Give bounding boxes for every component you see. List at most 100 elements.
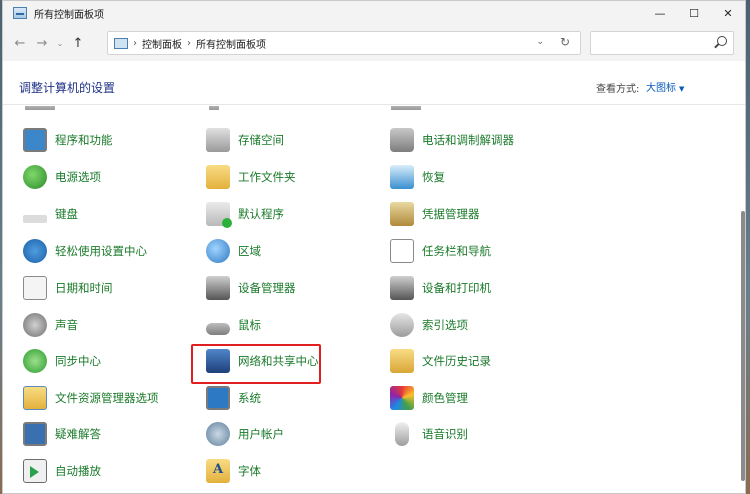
item-device-manager[interactable]: 设备管理器 bbox=[206, 274, 296, 302]
view-by-dropdown[interactable]: 大图标 ▼ bbox=[646, 79, 684, 94]
item-label: 用户帐户 bbox=[238, 427, 284, 441]
items-grid: 程序和功能 电源选项 键盘 轻松使用设置中心 日期和时间 声音 同步中心 文件资… bbox=[3, 106, 739, 493]
item-date-time[interactable]: 日期和时间 bbox=[23, 274, 113, 302]
page-title: 调整计算机的设置 bbox=[19, 81, 116, 95]
content-header: 调整计算机的设置 查看方式: 大图标 ▼ bbox=[3, 61, 745, 105]
item-label: 自动播放 bbox=[55, 464, 101, 478]
printer-icon bbox=[390, 276, 414, 300]
speaker-icon bbox=[23, 313, 47, 337]
item-file-history[interactable]: 文件历史记录 bbox=[390, 347, 491, 375]
item-troubleshoot[interactable]: 疑难解答 bbox=[23, 420, 101, 448]
item-label: 文件资源管理器选项 bbox=[55, 391, 159, 405]
mouse-icon bbox=[206, 323, 230, 335]
recovery-icon bbox=[390, 165, 414, 189]
back-arrow-icon[interactable]: ← bbox=[9, 36, 31, 51]
close-button[interactable]: ✕ bbox=[711, 1, 745, 25]
item-label: 程序和功能 bbox=[55, 133, 113, 147]
phone-icon bbox=[390, 128, 414, 152]
item-storage-spaces[interactable]: 存储空间 bbox=[206, 126, 284, 154]
item-label: 凭据管理器 bbox=[422, 207, 480, 221]
color-icon bbox=[390, 386, 414, 410]
item-label: 同步中心 bbox=[55, 354, 101, 368]
region-icon bbox=[206, 239, 230, 263]
navigation-bar: ← → ⌄ ↑ › 控制面板 › 所有控制面板项 ⌄ ↻ bbox=[3, 25, 745, 61]
item-default-programs[interactable]: 默认程序 bbox=[206, 200, 284, 228]
breadcrumb-control-panel[interactable]: 控制面板 bbox=[142, 36, 182, 51]
item-programs[interactable]: 程序和功能 bbox=[23, 126, 113, 154]
power-icon bbox=[23, 165, 47, 189]
forward-arrow-icon[interactable]: → bbox=[31, 36, 53, 51]
item-ease-of-access[interactable]: 轻松使用设置中心 bbox=[23, 237, 147, 265]
up-arrow-icon[interactable]: ↑ bbox=[67, 36, 89, 51]
ease-of-access-icon bbox=[23, 239, 47, 263]
partial-row-icon bbox=[209, 106, 219, 110]
breadcrumb-separator: › bbox=[187, 37, 191, 49]
item-devices-printers[interactable]: 设备和打印机 bbox=[390, 274, 491, 302]
fonts-icon bbox=[206, 459, 230, 483]
minimize-button[interactable]: — bbox=[643, 1, 677, 25]
default-programs-icon bbox=[206, 202, 232, 228]
item-label: 语音识别 bbox=[422, 427, 468, 441]
item-indexing[interactable]: 索引选项 bbox=[390, 311, 468, 339]
taskbar-icon bbox=[390, 239, 414, 263]
item-label: 任务栏和导航 bbox=[422, 244, 491, 258]
item-sync-center[interactable]: 同步中心 bbox=[23, 347, 101, 375]
item-label: 日期和时间 bbox=[55, 281, 113, 295]
storage-icon bbox=[206, 128, 230, 152]
item-taskbar[interactable]: 任务栏和导航 bbox=[390, 237, 491, 265]
window-title: 所有控制面板项 bbox=[34, 9, 104, 21]
item-sound[interactable]: 声音 bbox=[23, 311, 78, 339]
title-bar: 所有控制面板项 — ☐ ✕ bbox=[3, 1, 745, 25]
item-fonts[interactable]: 字体 bbox=[206, 457, 261, 485]
credential-icon bbox=[390, 202, 414, 226]
clock-icon bbox=[23, 276, 47, 300]
item-power[interactable]: 电源选项 bbox=[23, 163, 101, 191]
item-work-folders[interactable]: 工作文件夹 bbox=[206, 163, 296, 191]
item-region[interactable]: 区域 bbox=[206, 237, 261, 265]
recent-locations-icon[interactable]: ⌄ bbox=[53, 39, 67, 48]
search-icon bbox=[717, 36, 727, 46]
caret-down-icon: ▼ bbox=[679, 85, 685, 93]
file-history-icon bbox=[390, 349, 414, 373]
view-by-value: 大图标 bbox=[646, 83, 676, 94]
programs-icon bbox=[23, 128, 47, 152]
item-label: 键盘 bbox=[55, 207, 78, 221]
control-panel-icon bbox=[114, 37, 128, 49]
users-icon bbox=[206, 422, 230, 446]
item-user-accounts[interactable]: 用户帐户 bbox=[206, 420, 284, 448]
item-credential-manager[interactable]: 凭据管理器 bbox=[390, 200, 480, 228]
autoplay-icon bbox=[23, 459, 47, 483]
control-panel-window: 所有控制面板项 — ☐ ✕ ← → ⌄ ↑ › 控制面板 › 所有控制面板项 ⌄… bbox=[2, 0, 746, 494]
item-speech-recognition[interactable]: 语音识别 bbox=[390, 420, 468, 448]
address-dropdown-icon[interactable]: ⌄ bbox=[536, 37, 544, 47]
item-label: 恢复 bbox=[422, 170, 445, 184]
maximize-button[interactable]: ☐ bbox=[677, 1, 711, 25]
item-mouse[interactable]: 鼠标 bbox=[206, 311, 261, 339]
item-label: 疑难解答 bbox=[55, 427, 101, 441]
sync-icon bbox=[23, 349, 47, 373]
address-bar[interactable]: › 控制面板 › 所有控制面板项 ⌄ ↻ bbox=[107, 31, 581, 55]
item-autoplay[interactable]: 自动播放 bbox=[23, 457, 101, 485]
item-recovery[interactable]: 恢复 bbox=[390, 163, 445, 191]
item-label: 鼠标 bbox=[238, 318, 261, 332]
partial-row-icon bbox=[25, 106, 55, 110]
item-phone-modem[interactable]: 电话和调制解调器 bbox=[390, 126, 514, 154]
window-controls: — ☐ ✕ bbox=[643, 1, 745, 25]
search-input[interactable] bbox=[590, 31, 734, 55]
breadcrumb-separator: › bbox=[133, 37, 137, 49]
item-keyboard[interactable]: 键盘 bbox=[23, 200, 78, 228]
item-label: 工作文件夹 bbox=[238, 170, 296, 184]
breadcrumb-all-items[interactable]: 所有控制面板项 bbox=[196, 36, 266, 51]
refresh-icon[interactable]: ↻ bbox=[560, 35, 570, 49]
microphone-icon bbox=[395, 422, 409, 446]
item-system[interactable]: 系统 bbox=[206, 384, 261, 412]
item-label: 颜色管理 bbox=[422, 391, 468, 405]
item-label: 存储空间 bbox=[238, 133, 284, 147]
work-folders-icon bbox=[206, 165, 230, 189]
device-manager-icon bbox=[206, 276, 230, 300]
item-color-management[interactable]: 颜色管理 bbox=[390, 384, 468, 412]
item-label: 电话和调制解调器 bbox=[422, 133, 514, 147]
vertical-scrollbar[interactable] bbox=[741, 211, 745, 481]
item-folder-options[interactable]: 文件资源管理器选项 bbox=[23, 384, 159, 412]
view-by-label: 查看方式: bbox=[596, 84, 640, 95]
